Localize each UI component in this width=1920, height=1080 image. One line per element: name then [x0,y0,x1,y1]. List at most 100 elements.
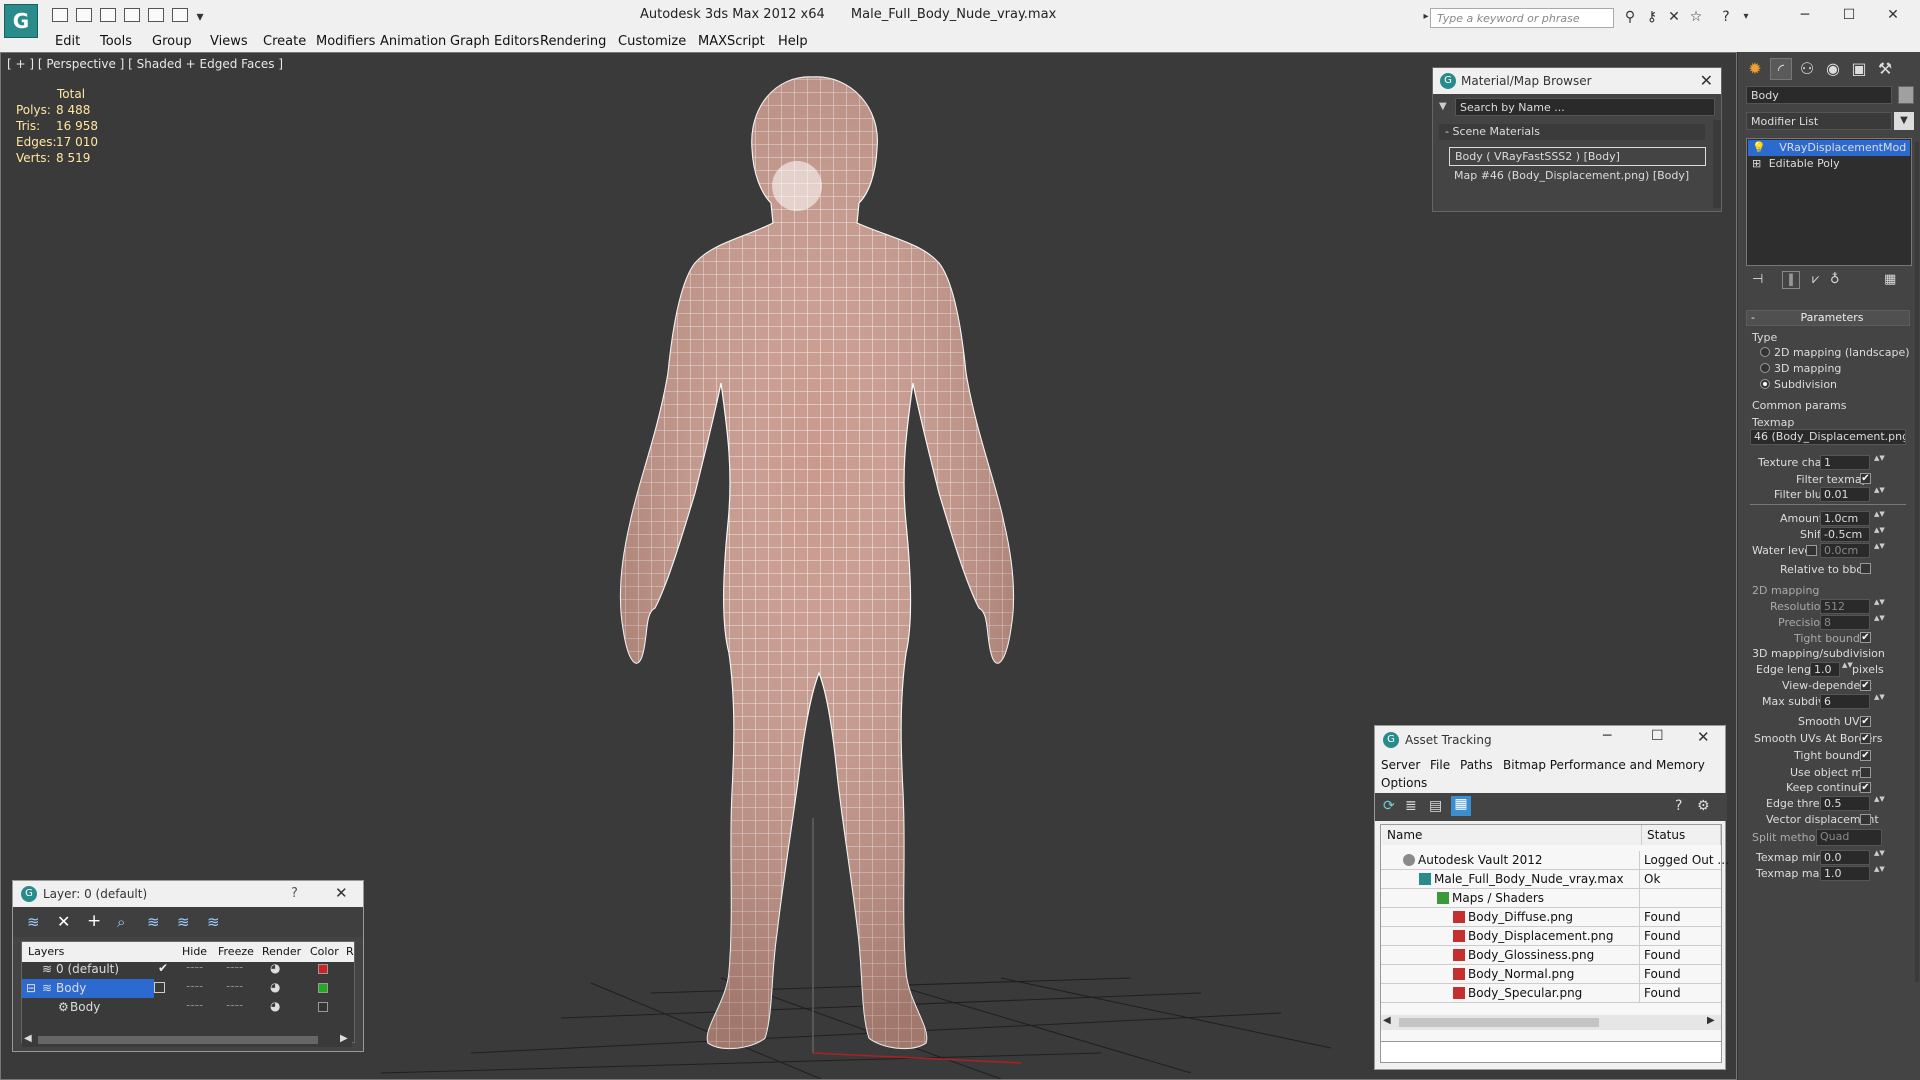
filter-texmap-checkbox[interactable]: ✔ [1860,473,1871,484]
pin-stack-icon[interactable]: ⊣ [1752,272,1763,287]
list-view-icon[interactable]: ≣ [1405,798,1417,814]
help-icon[interactable]: ? [1675,798,1682,814]
max-subdivs-field[interactable]: 6 [1820,694,1870,709]
new-layer-icon[interactable]: ≋ [27,913,40,931]
maximize-icon[interactable]: ☐ [1651,728,1664,744]
resolution-field[interactable]: 512 [1820,599,1870,614]
table-row[interactable]: Body_Glossiness.png Found [1381,946,1721,965]
object-color-swatch[interactable] [1898,86,1914,104]
hold-icon[interactable] [124,8,140,22]
material-browser-titlebar[interactable]: G Material/Map Browser ✕ [1433,68,1721,94]
spinner-icon[interactable]: ▲▼ [1874,615,1885,630]
menu-graph-editors[interactable]: Graph Editors [450,34,539,49]
select-objects-icon[interactable]: ⌕ [117,913,125,931]
chevron-down-icon[interactable]: ▾ [192,9,208,25]
view-dependent-checkbox[interactable]: ✔ [1860,680,1871,691]
vector-displacement-checkbox[interactable] [1860,814,1871,825]
scroll-right-icon[interactable]: ▶ [1707,1015,1715,1026]
material-item-displacement-map[interactable]: Map #46 (Body_Displacement.png) [Body] [1449,167,1706,186]
spinner-icon[interactable]: ▲▼ [1842,662,1853,677]
material-browser-scrollbar[interactable] [1713,120,1721,208]
smooth-uvs-checkbox[interactable]: ✔ [1860,716,1871,727]
scroll-thumb[interactable] [38,1036,318,1044]
material-item-body[interactable]: Body ( VRayFastSSS2 ) [Body] [1449,147,1706,166]
undo-icon[interactable] [148,8,164,22]
layer-color-swatch[interactable] [318,964,328,974]
modifier-list-dropdown[interactable]: Modifier List [1746,112,1892,130]
parameters-rollout[interactable]: - Parameters [1746,310,1910,326]
freeze-toggle[interactable]: ---- [226,979,243,993]
freeze-toggle[interactable]: ---- [226,998,243,1012]
layer-row-object-body[interactable]: ⚙ Body ---- ---- ◕ [22,998,350,1017]
amount-field[interactable]: 1.0cm [1820,511,1870,526]
layer-help-button[interactable]: ? [291,886,298,901]
stack-item-vraydisplacement[interactable]: 💡 VRayDisplacementMod [1748,140,1910,156]
spinner-icon[interactable]: ▲▼ [1874,543,1885,558]
menu-help[interactable]: Help [778,34,808,49]
minimize-icon[interactable]: ─ [1603,728,1611,744]
close-icon[interactable]: ✕ [335,884,348,902]
asset-menu-options[interactable]: Options [1381,776,1427,790]
help-icon[interactable]: ? [1718,9,1734,25]
type-subdivision-radio[interactable] [1760,379,1770,389]
freeze-all-icon[interactable]: ≋ [207,913,220,931]
spinner-icon[interactable]: ▲▼ [1874,487,1885,502]
tight-bounds-3d-checkbox[interactable]: ✔ [1860,750,1871,761]
filter-blur-field[interactable]: 0.01 [1820,487,1870,502]
column-status[interactable]: Status [1642,825,1721,845]
spinner-icon[interactable]: ▲▼ [1874,866,1885,881]
highlight-layer-icon[interactable]: ≋ [147,913,160,931]
active-layer-checkbox[interactable] [154,982,165,993]
texture-chan-field[interactable]: 1 [1820,455,1870,470]
column-name[interactable]: Name [1382,825,1642,845]
spinner-icon[interactable]: ▲▼ [1874,527,1885,542]
asset-menu-file[interactable]: File [1430,758,1450,772]
relative-bbox-checkbox[interactable] [1860,563,1871,574]
table-row[interactable]: Body_Diffuse.png Found [1381,908,1721,927]
close-icon[interactable]: ✕ [1878,4,1908,26]
favorites-star-icon[interactable]: ☆ [1688,9,1704,25]
tight-bounds-checkbox[interactable]: ✔ [1860,632,1871,643]
menu-create[interactable]: Create [263,34,306,49]
render-teapot-icon[interactable]: ◕ [270,980,280,994]
table-row[interactable]: Body_Specular.png Found [1381,984,1721,1003]
refresh-icon[interactable]: ⟳ [1383,798,1395,814]
scroll-thumb[interactable] [1399,1018,1599,1027]
spinner-icon[interactable]: ▲▼ [1874,511,1885,526]
menu-rendering[interactable]: Rendering [540,34,606,49]
spinner-icon[interactable]: ▲▼ [1874,796,1885,811]
display-tab-icon[interactable]: ▣ [1848,58,1870,80]
close-icon[interactable]: ✕ [1700,71,1713,90]
asset-menu-server[interactable]: Server [1381,758,1420,772]
keep-continuity-checkbox[interactable]: ✔ [1860,782,1871,793]
split-method-dropdown[interactable]: Quad [1816,829,1882,846]
redo-icon[interactable] [172,8,188,22]
layer-color-swatch[interactable] [318,1002,328,1012]
table-row[interactable]: Male_Full_Body_Nude_vray.max Ok [1381,870,1721,889]
material-search-input[interactable]: Search by Name ... [1455,98,1715,116]
edge-length-field[interactable]: 1.0 [1810,662,1840,677]
create-tab-icon[interactable]: ✹ [1744,58,1766,80]
menu-tools[interactable]: Tools [100,34,132,49]
make-unique-icon[interactable]: ⩗ [1812,272,1819,287]
layer-color-swatch[interactable] [318,983,328,993]
options-chevron-icon[interactable]: ▼ [1439,101,1447,112]
shift-field[interactable]: -0.5cm [1820,527,1870,542]
utilities-tab-icon[interactable]: ⚒ [1874,58,1896,80]
asset-menu-bitmap-performance[interactable]: Bitmap Performance and Memory [1503,758,1705,772]
layer-horizontal-scrollbar[interactable]: ◀ ▶ [22,1033,352,1047]
table-row[interactable]: Body_Normal.png Found [1381,965,1721,984]
configure-sets-icon[interactable]: ▦ [1884,272,1896,287]
asset-path-field[interactable] [1380,1041,1722,1063]
water-level-checkbox[interactable] [1806,545,1817,556]
minimize-icon[interactable]: ─ [1790,4,1820,26]
open-file-icon[interactable] [52,8,68,22]
smooth-uvs-borders-checkbox[interactable]: ✔ [1860,733,1871,744]
show-end-result-icon[interactable]: ‖ [1782,271,1800,289]
edge-thresh-field[interactable]: 0.5 [1820,796,1870,811]
column-render[interactable]: Render [262,945,301,958]
texmap-min-field[interactable]: 0.0 [1820,850,1870,865]
stack-item-editable-poly[interactable]: ⊞ Editable Poly [1748,156,1910,172]
key-icon[interactable]: ⚷ [1644,9,1660,25]
hide-all-icon[interactable]: ≋ [177,913,190,931]
